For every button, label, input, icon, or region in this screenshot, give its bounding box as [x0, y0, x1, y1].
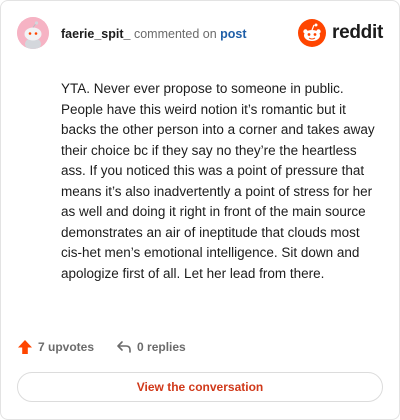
reddit-logo-icon — [298, 19, 327, 47]
comment-body: YTA. Never ever propose to someone in pu… — [61, 81, 375, 281]
snoo-avatar-icon[interactable] — [17, 17, 49, 49]
reply-count: 0 replies — [137, 340, 186, 354]
reply-button[interactable]: 0 replies — [116, 339, 186, 355]
comment-meta: faerie_spit_ commented on post — [61, 27, 247, 41]
action-text: commented on — [133, 27, 217, 41]
comment-header: faerie_spit_ commented on post reddit — [17, 17, 383, 51]
brand-wordmark: reddit — [332, 22, 383, 43]
comment-actions: 7 upvotes 0 replies — [17, 339, 186, 355]
upvote-arrow-icon — [18, 340, 32, 354]
reddit-brand[interactable]: reddit — [298, 19, 383, 47]
username-link[interactable]: faerie_spit_ — [61, 27, 130, 41]
reply-arrow-icon — [117, 341, 131, 353]
upvote-button[interactable]: 7 upvotes — [17, 339, 94, 355]
upvote-count: 7 upvotes — [38, 340, 95, 354]
comment-card: faerie_spit_ commented on post reddit YT… — [0, 0, 400, 420]
post-link[interactable]: post — [220, 27, 246, 41]
view-conversation-button[interactable]: View the conversation — [17, 372, 383, 402]
